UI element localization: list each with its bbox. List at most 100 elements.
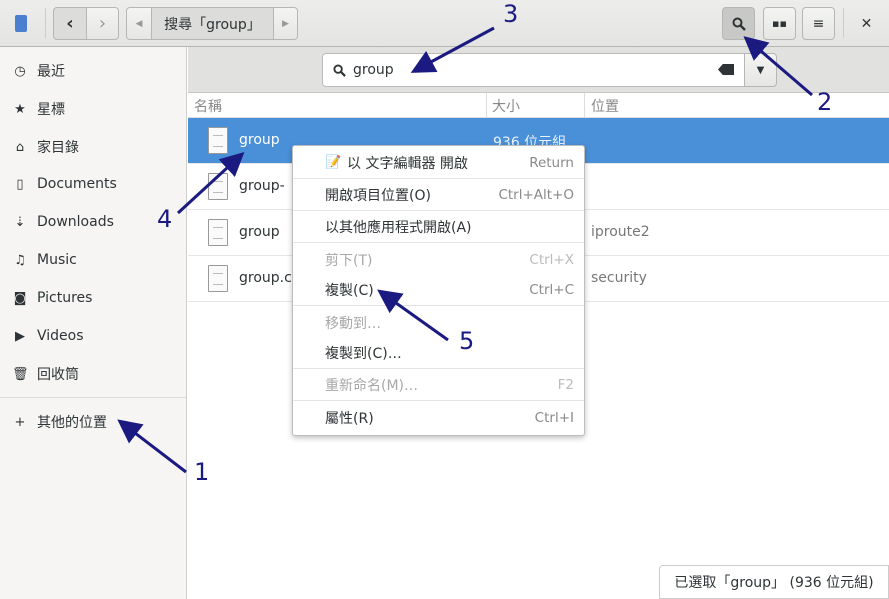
forward-button[interactable]: › [86, 7, 119, 40]
sidebar-item-label: 家目錄 [37, 140, 79, 156]
menu-item-properties[interactable]: 屬性(R) Ctrl+I [293, 402, 584, 433]
column-name[interactable]: 名稱 [194, 96, 222, 116]
sidebar-item-label: 回收筒 [37, 367, 79, 383]
menu-item-move-to[interactable]: 移動到… [293, 307, 584, 338]
search-icon [732, 17, 746, 31]
annotation-label: 3 [503, 0, 519, 28]
header-bar: ‹ › ◀ 搜尋「group」 ▶ ▪▪ ≡ ✕ [0, 0, 889, 47]
chevron-down-icon: ▼ [756, 64, 765, 76]
divider [45, 8, 46, 38]
column-size[interactable]: 大小 [492, 96, 520, 116]
sidebar-item-label: Documents [37, 176, 117, 192]
menu-item-label: 重新命名(M)… [325, 378, 419, 394]
sidebar-item-label: Videos [37, 328, 84, 344]
menu-item-open-with[interactable]: 以其他應用程式開啟(A) [293, 212, 584, 243]
video-icon: ▶ [15, 328, 25, 344]
sidebar-item-other-locations[interactable]: + 其他的位置 [0, 403, 186, 441]
sidebar-item-starred[interactable]: ★ 星標 [0, 90, 186, 128]
files-app-icon [15, 15, 27, 32]
sidebar-item-home[interactable]: ⌂ 家目錄 [0, 128, 186, 166]
home-icon: ⌂ [15, 139, 25, 155]
menu-item-label: 移動到… [325, 315, 381, 332]
menu-item-rename[interactable]: 重新命名(M)… F2 [293, 370, 584, 401]
annotation-label: 1 [194, 458, 210, 486]
clear-search-icon[interactable] [718, 64, 734, 75]
back-icon: ‹ [66, 13, 74, 34]
menu-button[interactable]: ≡ [802, 7, 835, 40]
menu-item-label: 開啟項目位置(O) [325, 188, 431, 204]
menu-item-copy[interactable]: 複製(C) Ctrl+C [293, 275, 584, 306]
path-right-icon: ▶ [282, 18, 289, 29]
search-input[interactable]: group [322, 53, 745, 87]
column-location[interactable]: 位置 [591, 96, 619, 116]
text-file-icon [208, 265, 228, 292]
menu-item-label: 剪下(T) [325, 252, 373, 269]
context-menu: 📝 以 文字編輯器 開啟 Return 開啟項目位置(O) Ctrl+Alt+O 以其… [292, 145, 585, 436]
menu-icon: ≡ [812, 15, 825, 32]
sidebar-item-recent[interactable]: ◷ 最近 [0, 52, 186, 90]
file-name: group [239, 224, 280, 240]
camera-icon: ◙ [13, 290, 27, 306]
path-button[interactable]: 搜尋「group」 [151, 7, 274, 40]
sidebar-item-music[interactable]: ♫ Music [0, 241, 186, 279]
menu-item-accel: Return [529, 155, 574, 171]
menu-item-open-location[interactable]: 開啟項目位置(O) Ctrl+Alt+O [293, 180, 584, 211]
menu-item-cut[interactable]: 剪下(T) Ctrl+X [293, 244, 584, 275]
sidebar-divider [0, 397, 186, 398]
menu-item-accel: Ctrl+I [534, 409, 574, 426]
search-icon [333, 63, 346, 77]
annotation-label: 5 [459, 327, 475, 355]
sidebar-item-label: 最近 [37, 64, 65, 80]
divider [843, 8, 844, 38]
menu-item-copy-to[interactable]: 複製到(C)… [293, 338, 584, 369]
menu-item-label: 複製到(C)… [325, 346, 402, 362]
menu-item-accel: Ctrl+C [529, 282, 574, 298]
menu-item-accel: Ctrl+X [529, 251, 574, 268]
grid-view-icon: ▪▪ [772, 17, 787, 30]
sidebar-item-label: Downloads [37, 214, 114, 230]
menu-item-accel: F2 [557, 377, 574, 393]
menu-item-label: 以其他應用程式開啟(A) [325, 220, 472, 236]
search-bar: group ▼ [188, 47, 889, 93]
status-text: 已選取「group」 (936 位元組) [674, 575, 874, 591]
trash-icon: 🗑 [12, 366, 29, 382]
back-button[interactable]: ‹ [53, 7, 87, 40]
text-editor-icon: 📝 [325, 155, 342, 170]
sidebar-item-label: Music [37, 252, 77, 268]
file-name: group [239, 132, 280, 148]
file-location: security [591, 270, 647, 286]
music-icon: ♫ [14, 252, 26, 268]
star-icon: ★ [14, 101, 26, 117]
download-icon: ⇣ [14, 214, 26, 230]
search-toggle-button[interactable] [722, 7, 755, 40]
text-file-icon [208, 219, 228, 246]
sidebar-item-videos[interactable]: ▶ Videos [0, 317, 186, 355]
sidebar-item-label: 星標 [37, 102, 65, 118]
sidebar-item-documents[interactable]: ▯ Documents [0, 165, 186, 203]
file-name: group- [239, 178, 285, 194]
sidebar-item-label: 其他的位置 [37, 415, 107, 431]
sidebar-item-trash[interactable]: 🗑 回收筒 [0, 355, 186, 393]
menu-item-label: 屬性(R) [325, 410, 374, 427]
path-right-button[interactable]: ▶ [273, 7, 298, 40]
plus-icon: + [14, 414, 26, 430]
path-left-icon: ◀ [135, 18, 143, 29]
menu-item-label: 複製(C) [325, 283, 374, 299]
sidebar-item-pictures[interactable]: ◙ Pictures [0, 279, 186, 317]
menu-item-accel: Ctrl+Alt+O [498, 187, 574, 203]
path-label: 搜尋「group」 [164, 16, 261, 33]
search-text: group [353, 62, 394, 78]
menu-item-open-text-editor[interactable]: 📝 以 文字編輯器 開啟 Return [293, 148, 584, 179]
clock-icon: ◷ [14, 63, 26, 79]
path-left-button[interactable]: ◀ [126, 7, 152, 40]
column-header: 名稱 大小 位置 [188, 93, 889, 118]
annotation-label: 4 [157, 205, 173, 233]
close-button[interactable]: ✕ [850, 7, 883, 40]
sidebar-item-label: Pictures [37, 290, 93, 306]
text-file-icon [208, 173, 228, 200]
menu-item-label: 以 文字編輯器 開啟 [347, 156, 468, 172]
close-icon: ✕ [860, 15, 873, 32]
search-options-button[interactable]: ▼ [744, 53, 777, 87]
status-bar: 已選取「group」 (936 位元組) [659, 565, 889, 599]
view-mode-button[interactable]: ▪▪ [763, 7, 796, 40]
